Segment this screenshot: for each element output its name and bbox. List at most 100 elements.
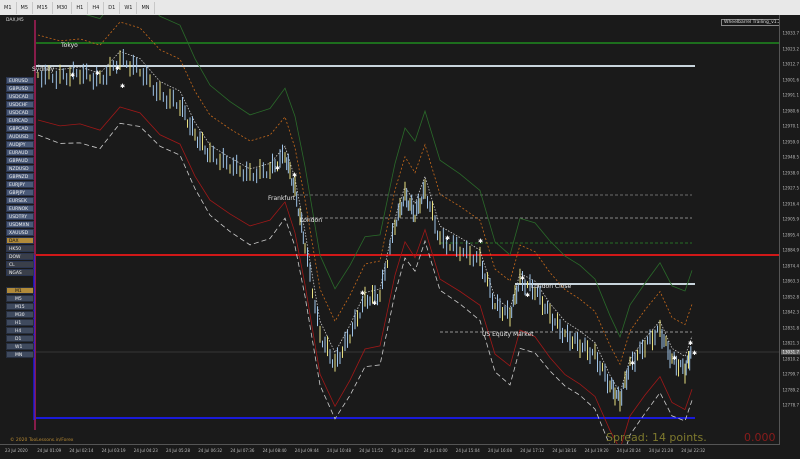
signal-star-icon: ✱	[360, 290, 365, 297]
symbol-button-cl[interactable]: CL	[6, 261, 34, 268]
session-label-frankfurt: Frankfurt	[268, 195, 296, 202]
time-tick-label: 24 Jul 05:28	[166, 448, 190, 453]
price-tick-label: 13012.7	[782, 61, 799, 67]
symbol-button-usdcad[interactable]: USDCAD	[6, 109, 34, 116]
signal-star-icon: ✱	[688, 340, 693, 347]
signal-star-icon: ✱	[445, 235, 450, 242]
price-tick-label: 12821.3	[782, 340, 799, 346]
price-tick-label: 12810.2	[782, 356, 799, 361]
symbol-button-nzdusd[interactable]: NZDUSD	[6, 165, 34, 172]
middle-band-white	[37, 50, 693, 394]
price-tick-label: 12799.7	[782, 371, 799, 377]
price-tick-label: 12778.7	[782, 402, 799, 408]
time-tick-label: 24 Jul 04:23	[133, 448, 158, 453]
price-tick-label: 12905.9	[782, 216, 799, 222]
price-chart-svg[interactable]: ✱ ✱ ✱ ✱ ✱ ✱ ✱ ✱ ✱ ✱ ✱ ✱ ✱ ✱ ✱ ✱	[0, 15, 780, 445]
session-label-london-close: London Close	[531, 283, 572, 290]
signal-star-icon: ✱	[630, 360, 635, 367]
time-tick-label: 24 Jul 09:44	[294, 448, 319, 453]
symbol-button-gbpusd[interactable]: GBPUSD	[6, 85, 34, 92]
signal-star-icon: ✱	[520, 275, 525, 282]
time-tick-label: 24 Jul 06:32	[198, 448, 223, 453]
time-axis[interactable]: 23 Jul 2020 24 Jul 01:09 24 Jul 02:14 24 Ju…	[0, 444, 780, 459]
price-tick-label: 12842.3	[782, 309, 799, 315]
time-tick-label: 24 Jul 11:52	[359, 448, 384, 453]
price-tick-label: 13023.2	[782, 46, 799, 51]
symbol-button-dow[interactable]: DOW	[6, 253, 34, 260]
price-tick-label: 12970.1	[782, 123, 799, 129]
signal-star-icon: ✱	[525, 292, 530, 299]
signal-star-icon: ✱	[95, 70, 100, 77]
signal-star-icon: ✱	[478, 238, 483, 245]
session-label-sydney: Sydney	[32, 66, 55, 73]
signal-star-icon: ✱	[120, 83, 125, 90]
panel-timeframe-mn[interactable]: MN	[6, 351, 34, 358]
time-tick-label: 24 Jul 19:20	[584, 448, 609, 453]
symbol-button-gbpjpy[interactable]: GBPJPY	[6, 189, 34, 196]
symbol-button-gbpcad[interactable]: GBPCAD	[6, 125, 34, 132]
price-tick-label: 13001.6	[782, 77, 799, 82]
symbol-button-dax[interactable]: DAX	[6, 237, 34, 244]
chart-symbol-tag: DAX,M5	[6, 18, 24, 23]
toolbar-timeframe-m5[interactable]: M5	[17, 1, 33, 14]
panel-timeframe-m30[interactable]: M30	[6, 311, 34, 318]
symbol-button-xauusd[interactable]: XAUUSD	[6, 229, 34, 236]
panel-timeframe-h1[interactable]: H1	[6, 319, 34, 326]
panel-timeframe-d1[interactable]: D1	[6, 335, 34, 342]
toolbar-timeframe-m30[interactable]: M30	[53, 1, 73, 14]
time-tick-label: 24 Jul 03:19	[101, 448, 126, 453]
price-tick-label: 12884.9	[782, 247, 799, 253]
time-tick-label: 24 Jul 08:40	[262, 448, 287, 453]
symbol-button-eurusd[interactable]: EURUSD	[6, 77, 34, 84]
timeframe-selector-panel: M1 M5 M15 M30 H1 H4 D1 W1 MN	[6, 287, 34, 359]
time-tick-label: 24 Jul 20:24	[616, 448, 641, 453]
symbol-button-audjpy[interactable]: AUDJPY	[6, 141, 34, 148]
symbol-button-euraud[interactable]: EURAUD	[6, 149, 34, 156]
price-tick-label: 12863.3	[782, 278, 799, 284]
time-tick-label: 24 Jul 22:32	[681, 448, 706, 453]
time-tick-label: 23 Jul 2020	[5, 448, 28, 453]
session-label-tokyo: Tokyo	[61, 42, 78, 49]
price-tick-label: 12895.4	[782, 232, 799, 237]
toolbar-timeframe-mn[interactable]: MN	[137, 1, 155, 14]
session-label-london: London	[300, 217, 322, 224]
lower-band-red	[37, 106, 693, 445]
toolbar-timeframe-w1[interactable]: W1	[120, 1, 138, 14]
panel-timeframe-h4[interactable]: H4	[6, 327, 34, 334]
toolbar-timeframe-d1[interactable]: D1	[104, 1, 121, 14]
price-tick-label: 12959.0	[782, 139, 799, 144]
price-plot[interactable]: ✱ ✱ ✱ ✱ ✱ ✱ ✱ ✱ ✱ ✱ ✱ ✱ ✱ ✱ ✱ ✱	[0, 15, 780, 445]
toolbar-timeframe-m15[interactable]: M15	[33, 1, 53, 14]
panel-timeframe-m1[interactable]: M1	[6, 287, 34, 294]
signal-star-icon: ✱	[672, 355, 677, 362]
symbol-button-usdmxn[interactable]: USDMXN	[6, 221, 34, 228]
signal-star-icon: ✱	[692, 350, 697, 357]
symbol-button-eurnok[interactable]: EURNOK	[6, 205, 34, 212]
symbol-button-usdtry[interactable]: USDTRY	[6, 213, 34, 220]
panel-timeframe-w1[interactable]: W1	[6, 343, 34, 350]
session-label-us-equity: US Equity Market	[482, 331, 534, 338]
price-tick-label: 12980.6	[782, 108, 799, 113]
symbol-button-eurcad[interactable]: EURCAD	[6, 117, 34, 124]
chart-area[interactable]: ✱ ✱ ✱ ✱ ✱ ✱ ✱ ✱ ✱ ✱ ✱ ✱ ✱ ✱ ✱ ✱ DAX,M5 Wheelbarrel Trai…	[0, 15, 800, 459]
toolbar-timeframe-m1[interactable]: M1	[0, 1, 17, 14]
toolbar-timeframe-h4[interactable]: H4	[88, 1, 105, 14]
symbol-button-hk50[interactable]: HK50	[6, 245, 34, 252]
symbol-button-gbpaud[interactable]: GBPAUD	[6, 157, 34, 164]
symbol-button-usdchf[interactable]: USDCHF	[6, 101, 34, 108]
symbol-button-eurjpy[interactable]: EURJPY	[6, 181, 34, 188]
price-tick-label: 12874.4	[782, 263, 799, 268]
panel-timeframe-m5[interactable]: M5	[6, 295, 34, 302]
symbol-button-audusd[interactable]: AUDUSD	[6, 133, 34, 140]
symbol-button-eursek[interactable]: EURSEK	[6, 197, 34, 204]
profit-readout: 0.000	[744, 431, 776, 444]
signal-star-icon: ✱	[292, 172, 297, 179]
timeframe-toolbar: M1 M5 M15 M30 H1 H4 D1 W1 MN	[0, 0, 800, 16]
symbol-button-usdcad[interactable]: USDCAD	[6, 93, 34, 100]
symbol-button-gbpnzd[interactable]: GBPNZD	[6, 173, 34, 180]
price-axis[interactable]: 13033.7 13023.2 13012.7 13001.6 12991.1 12980…	[779, 15, 800, 459]
symbol-button-ngas[interactable]: NGAS	[6, 269, 34, 276]
toolbar-timeframe-h1[interactable]: H1	[72, 1, 89, 14]
indicator-name-label[interactable]: Wheelbarrel Trailing_v1.2	[721, 19, 784, 26]
panel-timeframe-m15[interactable]: M15	[6, 303, 34, 310]
